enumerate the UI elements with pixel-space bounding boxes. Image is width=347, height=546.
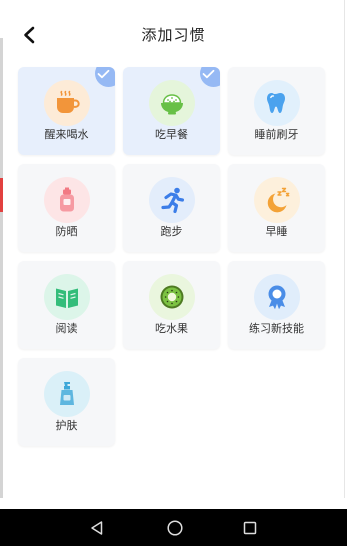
sunscreen-bottle-icon — [43, 177, 90, 223]
habit-label: 吃水果 — [155, 322, 188, 335]
chevron-left-icon — [24, 26, 35, 44]
habit-card-drink-water[interactable]: 醒来喝水 — [18, 67, 115, 155]
nav-recent-button[interactable] — [240, 518, 260, 538]
nav-back-button[interactable] — [87, 518, 107, 538]
nav-home-button[interactable] — [165, 518, 185, 538]
recent-square-icon — [243, 521, 257, 535]
habit-grid: 醒来喝水 吃早餐 睡前刷牙 防晒 跑步 早睡 阅读 吃水果 练习新技能 护肤 — [18, 67, 325, 446]
habit-card-reading[interactable]: 阅读 — [18, 261, 115, 349]
check-icon — [97, 69, 110, 79]
running-man-icon — [148, 177, 195, 223]
system-nav-bar — [0, 509, 347, 546]
underlying-page-edge — [0, 38, 3, 498]
moon-zzz-icon — [253, 177, 300, 223]
habit-label: 吃早餐 — [155, 128, 188, 141]
check-icon — [202, 69, 215, 79]
habit-label: 跑步 — [160, 225, 183, 238]
kiwi-icon — [148, 274, 195, 320]
selected-check-badge — [95, 67, 115, 87]
lotion-bottle-icon — [43, 371, 90, 417]
habit-label: 睡前刷牙 — [254, 128, 299, 141]
ribbon-badge-icon — [253, 274, 300, 320]
rice-bowl-icon — [148, 80, 195, 126]
home-circle-icon — [167, 520, 183, 536]
habit-label: 防晒 — [55, 225, 78, 238]
habit-label: 早睡 — [265, 225, 288, 238]
underlying-page-edge-accent — [0, 178, 3, 212]
habit-label: 醒来喝水 — [44, 128, 89, 141]
selected-check-badge — [200, 67, 220, 87]
underlying-page-edge — [344, 0, 345, 498]
habit-label: 练习新技能 — [249, 322, 304, 335]
habit-card-sleep-early[interactable]: 早睡 — [228, 164, 325, 252]
habit-card-eat-fruit[interactable]: 吃水果 — [123, 261, 220, 349]
back-button[interactable] — [18, 24, 40, 46]
back-triangle-icon — [91, 521, 103, 535]
habit-card-running[interactable]: 跑步 — [123, 164, 220, 252]
habit-label: 护肤 — [55, 419, 78, 432]
habit-card-breakfast[interactable]: 吃早餐 — [123, 67, 220, 155]
habit-card-brush-teeth[interactable]: 睡前刷牙 — [228, 67, 325, 155]
cup-icon — [43, 80, 90, 126]
habit-card-skincare[interactable]: 护肤 — [18, 358, 115, 446]
habit-card-sunscreen[interactable]: 防晒 — [18, 164, 115, 252]
tooth-icon — [253, 80, 300, 126]
habit-label: 阅读 — [55, 322, 78, 335]
habit-card-learn-skill[interactable]: 练习新技能 — [228, 261, 325, 349]
page-title: 添加习惯 — [141, 26, 206, 44]
open-book-icon — [43, 274, 90, 320]
